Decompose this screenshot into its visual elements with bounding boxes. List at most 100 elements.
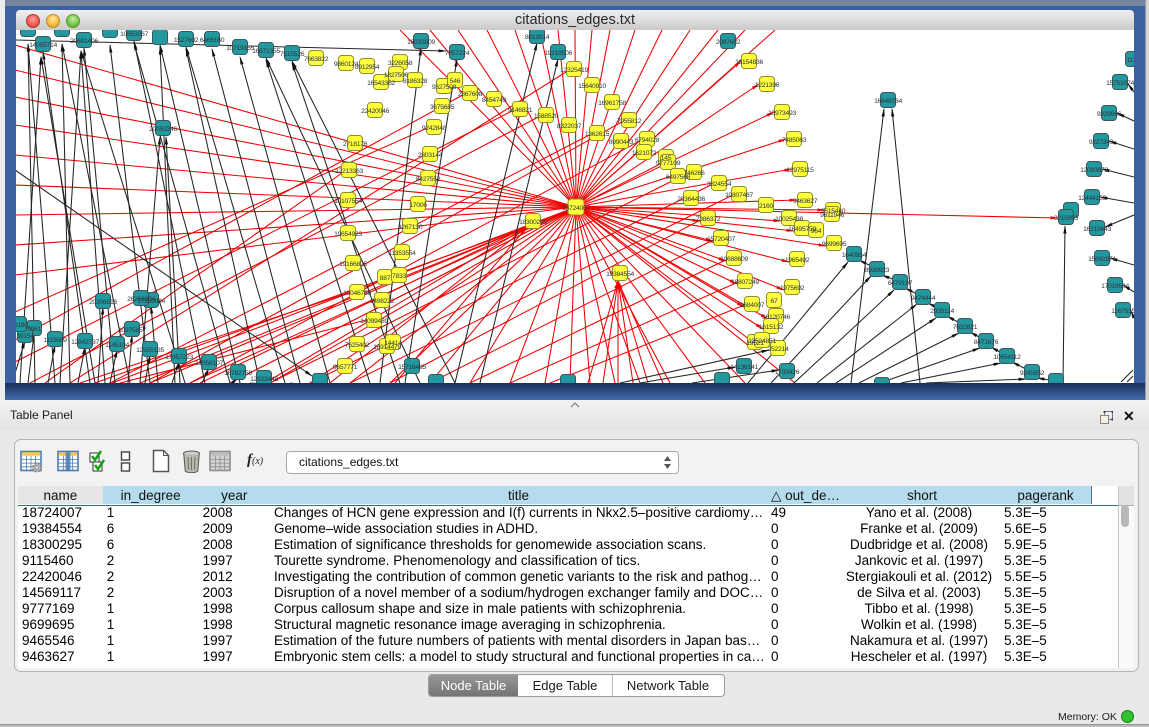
svg-text:2935114: 2935114 xyxy=(930,308,954,315)
svg-text:14414: 14414 xyxy=(384,340,402,347)
svg-text:14136141: 14136141 xyxy=(730,364,758,371)
svg-text:10975857: 10975857 xyxy=(118,327,146,334)
svg-text:15751074: 15751074 xyxy=(1106,80,1134,87)
svg-text:7625402: 7625402 xyxy=(345,342,370,349)
svg-text:7485063: 7485063 xyxy=(782,137,807,144)
svg-text:10653267: 10653267 xyxy=(120,31,148,38)
svg-text:9242848: 9242848 xyxy=(422,125,447,132)
svg-text:6466160: 6466160 xyxy=(200,37,225,44)
svg-text:12975115: 12975115 xyxy=(786,167,814,174)
svg-text:19218506: 19218506 xyxy=(544,50,572,57)
svg-text:7386372: 7386372 xyxy=(696,216,721,223)
svg-text:15640910: 15640910 xyxy=(578,83,606,90)
svg-text:8471676: 8471676 xyxy=(974,339,999,346)
svg-text:15692971: 15692971 xyxy=(1088,256,1116,263)
svg-text:2867608: 2867608 xyxy=(458,91,483,98)
svg-text:12213363: 12213363 xyxy=(335,168,363,175)
svg-text:887: 887 xyxy=(380,275,391,282)
svg-text:1588520: 1588520 xyxy=(534,113,559,120)
svg-text:12444159: 12444159 xyxy=(1078,195,1106,202)
svg-text:9329966: 9329966 xyxy=(1097,111,1122,118)
svg-text:10107554: 10107554 xyxy=(334,198,362,205)
svg-text:7833: 7833 xyxy=(392,273,406,280)
svg-text:7955812: 7955812 xyxy=(617,118,642,125)
svg-text:8813014: 8813014 xyxy=(525,34,550,41)
svg-text:9146821: 9146821 xyxy=(508,107,533,114)
svg-text:15720407: 15720407 xyxy=(707,236,735,243)
svg-text:67: 67 xyxy=(771,298,778,305)
svg-text:22420046: 22420046 xyxy=(361,108,389,115)
svg-text:17957223: 17957223 xyxy=(165,354,193,361)
svg-text:75180: 75180 xyxy=(16,322,28,329)
svg-text:5061: 5061 xyxy=(27,326,41,333)
svg-text:26266904: 26266904 xyxy=(127,296,155,303)
svg-text:1221396: 1221396 xyxy=(755,82,780,89)
svg-text:1965492: 1965492 xyxy=(785,257,810,264)
svg-text:1615132: 1615132 xyxy=(759,324,784,331)
svg-text:12923448: 12923448 xyxy=(250,376,278,383)
svg-text:7357224: 7357224 xyxy=(445,50,470,57)
svg-text:10807487: 10807487 xyxy=(725,192,753,199)
svg-text:9611946: 9611946 xyxy=(820,212,844,219)
svg-text:1975692: 1975692 xyxy=(780,285,805,292)
svg-text:9657771: 9657771 xyxy=(333,364,358,371)
svg-text:2803144: 2803144 xyxy=(418,152,443,159)
svg-text:11353554: 11353554 xyxy=(388,250,416,257)
svg-text:10688609: 10688609 xyxy=(720,256,748,263)
svg-text:9684007: 9684007 xyxy=(740,302,765,309)
svg-text:1167535: 1167535 xyxy=(1111,308,1134,315)
svg-text:3675685: 3675685 xyxy=(430,104,455,111)
svg-text:9777109: 9777109 xyxy=(656,160,681,167)
svg-text:2087682: 2087682 xyxy=(716,39,741,46)
svg-text:8990443: 8990443 xyxy=(609,139,634,146)
svg-text:10654112: 10654112 xyxy=(993,354,1021,361)
svg-text:3215953: 3215953 xyxy=(1054,215,1079,222)
svg-text:9227349: 9227349 xyxy=(1089,139,1114,146)
svg-text:964: 964 xyxy=(811,228,822,235)
svg-text:1117: 1117 xyxy=(1127,57,1134,64)
svg-text:18724007: 18724007 xyxy=(562,205,590,212)
svg-text:16648784: 16648784 xyxy=(874,98,902,105)
svg-text:9245652: 9245652 xyxy=(1020,370,1045,377)
svg-text:19166825: 19166825 xyxy=(339,261,367,268)
svg-text:1115689: 1115689 xyxy=(43,337,67,344)
svg-text:2160: 2160 xyxy=(759,203,773,210)
svg-text:10719155: 10719155 xyxy=(226,45,254,52)
svg-text:8938923: 8938923 xyxy=(865,267,890,274)
svg-text:16154836: 16154836 xyxy=(735,59,763,66)
svg-text:20364436: 20364436 xyxy=(677,196,705,203)
svg-text:19654923: 19654923 xyxy=(334,231,362,238)
svg-text:10973493: 10973493 xyxy=(768,110,796,117)
svg-text:9699695: 9699695 xyxy=(822,241,847,248)
svg-text:17006: 17006 xyxy=(409,202,427,209)
svg-text:3226058: 3226058 xyxy=(388,60,413,67)
svg-text:1621072: 1621072 xyxy=(632,150,657,157)
svg-text:7663822: 7663822 xyxy=(304,56,329,63)
svg-text:8186328: 8186328 xyxy=(403,78,428,85)
svg-text:14055714: 14055714 xyxy=(29,42,57,49)
svg-text:9463627: 9463627 xyxy=(793,198,818,205)
svg-text:16543362: 16543362 xyxy=(367,80,395,87)
svg-text:7515526: 7515526 xyxy=(280,51,305,58)
svg-text:8322037: 8322037 xyxy=(557,123,582,130)
svg-text:1640954: 1640954 xyxy=(842,252,867,259)
svg-text:20053346: 20053346 xyxy=(149,126,177,133)
svg-text:16033809: 16033809 xyxy=(407,39,435,46)
svg-text:12093873: 12093873 xyxy=(1080,167,1108,174)
svg-text:16961758: 16961758 xyxy=(598,100,626,107)
svg-text:15716485: 15716485 xyxy=(398,364,426,371)
svg-text:9474444: 9474444 xyxy=(911,295,936,302)
svg-text:1498222: 1498222 xyxy=(370,298,395,305)
svg-text:8912954: 8912954 xyxy=(355,64,380,71)
svg-text:10046766: 10046766 xyxy=(343,290,371,297)
svg-text:18300295: 18300295 xyxy=(519,219,547,226)
svg-text:16671355: 16671355 xyxy=(252,48,280,55)
svg-text:14099489: 14099489 xyxy=(360,318,388,325)
svg-text:1362615: 1362615 xyxy=(585,131,610,138)
svg-text:16782759: 16782759 xyxy=(224,370,252,377)
svg-text:546: 546 xyxy=(450,78,461,85)
svg-text:16120746: 16120746 xyxy=(762,314,790,321)
svg-text:10958107: 10958107 xyxy=(195,360,223,367)
svg-text:3824554: 3824554 xyxy=(707,181,732,188)
svg-text:1527602: 1527602 xyxy=(174,37,199,44)
